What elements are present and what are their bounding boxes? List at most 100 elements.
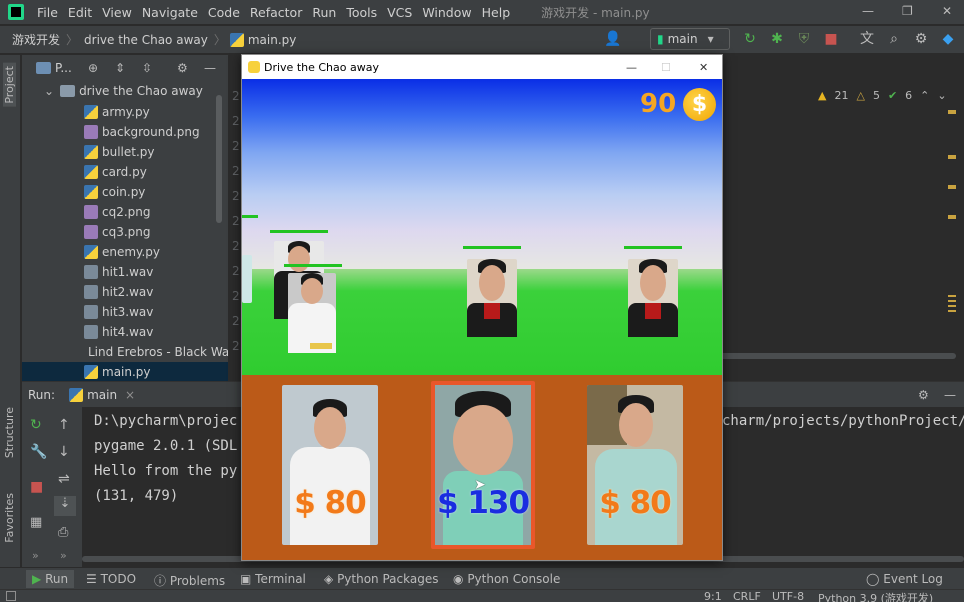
arrow-down-icon[interactable]: ↓ (58, 444, 70, 460)
unit-card[interactable]: $ 80 (587, 385, 683, 545)
tree-file[interactable]: enemy.py (84, 242, 160, 262)
chevron-up-icon[interactable]: ⌃ (920, 89, 929, 102)
tree-file[interactable]: hit4.wav (84, 322, 153, 342)
menu-file[interactable]: File (32, 5, 63, 20)
scroll-to-end-icon[interactable]: ⇣ (54, 496, 76, 516)
tree-file[interactable]: hit2.wav (84, 282, 153, 302)
tree-file[interactable]: background.png (84, 122, 200, 142)
soft-wrap-icon[interactable]: ⇌ (58, 471, 70, 487)
bottom-tab-run[interactable]: ▶ Run (26, 570, 75, 588)
bottom-tab-event-log[interactable]: ◯ Event Log (866, 572, 943, 586)
weak-warning-icon: △ (856, 89, 865, 102)
expand-all-icon[interactable]: ⇕ (115, 61, 125, 75)
gear-icon[interactable]: ⚙ (177, 61, 188, 75)
bottom-tab-label: Python Packages (337, 572, 439, 586)
minimize-icon[interactable]: — (626, 61, 637, 74)
tree-file[interactable]: hit1.wav (84, 262, 153, 282)
breadcrumb-folder[interactable]: drive the Chao away (78, 33, 214, 47)
tree-file[interactable]: card.py (84, 162, 147, 182)
tree-file[interactable]: cq3.png (84, 222, 151, 242)
menu-code[interactable]: Code (203, 5, 245, 20)
rerun-icon[interactable]: ↻ (742, 31, 758, 47)
wrench-icon[interactable]: 🔧 (30, 444, 47, 460)
project-tool-tab[interactable]: Project (3, 63, 16, 107)
menu-navigate[interactable]: Navigate (137, 5, 203, 20)
collapse-all-icon[interactable]: ⇳ (142, 61, 152, 75)
arrow-up-icon[interactable]: ↑ (58, 417, 70, 433)
menu-run[interactable]: Run (307, 5, 341, 20)
menu-vcs[interactable]: VCS (382, 5, 417, 20)
line-separator[interactable]: CRLF (733, 590, 761, 602)
bottom-tab-python-packages[interactable]: ◈ Python Packages (324, 572, 438, 586)
hide-panel-icon[interactable]: — (944, 388, 956, 402)
target-icon[interactable]: ⊕ (88, 61, 98, 75)
layout-icon[interactable]: ▦ (30, 515, 42, 530)
unit-card-selected[interactable]: $ 130 (431, 381, 535, 549)
print-icon[interactable]: ⎙ (58, 525, 68, 540)
face (288, 246, 310, 272)
error-stripe-mark[interactable] (948, 295, 956, 315)
favorites-tool-tab[interactable]: Favorites (3, 493, 16, 543)
error-stripe-mark[interactable] (948, 155, 956, 159)
menu-tools[interactable]: Tools (341, 5, 382, 20)
bottom-tab-terminal[interactable]: ▣ Terminal (240, 572, 306, 586)
caret-position[interactable]: 9:1 (704, 590, 722, 602)
console-line-fragment: charm/projects/pythonProject/ (722, 413, 964, 429)
inspection-widget[interactable]: ▲ 21 △ 5 ✔ 6 ⌃ ⌄ (818, 89, 947, 102)
unit-card[interactable]: $ 80 (282, 385, 378, 545)
run-tab-main[interactable]: main (87, 388, 117, 402)
run-config-selector[interactable]: ▮ main ▾ (650, 28, 730, 50)
tree-file[interactable]: coin.py (84, 182, 145, 202)
debug-icon[interactable]: ✱ (769, 31, 785, 47)
minimize-icon[interactable]: — (862, 4, 874, 18)
error-stripe-mark[interactable] (948, 215, 956, 219)
error-stripe-mark[interactable] (948, 185, 956, 189)
project-view-selector[interactable]: P... (55, 61, 72, 75)
game-window[interactable]: Drive the Chao away — ☐ ✕ 90 $ $ 80 $ 13… (241, 54, 723, 561)
gear-icon[interactable]: ⚙ (918, 388, 929, 402)
gear-icon[interactable]: ⚙ (913, 31, 929, 47)
restore-icon[interactable]: ❐ (902, 4, 913, 18)
jetbrains-icon[interactable]: ◆ (940, 31, 956, 47)
breadcrumb-file[interactable]: main.py (248, 33, 303, 47)
tree-file-selected[interactable]: main.py (22, 362, 228, 382)
game-canvas[interactable]: 90 $ $ 80 $ 130 $ 80 ➤ (242, 79, 722, 560)
more-icon[interactable]: » (60, 549, 67, 562)
tree-file[interactable]: hit3.wav (84, 302, 153, 322)
close-tab-icon[interactable]: × (125, 388, 135, 402)
translate-icon[interactable]: 文 (859, 31, 875, 47)
bottom-tab-todo[interactable]: ☰ TODO (86, 572, 136, 586)
bottom-tab-python-console[interactable]: ◉ Python Console (453, 572, 560, 586)
tree-file[interactable]: Lind Erebros - Black Wa (84, 342, 228, 362)
breadcrumb-project[interactable]: 游戏开发 (0, 31, 66, 48)
python-interpreter[interactable]: Python 3.9 (游戏开发) (818, 590, 933, 602)
tree-file[interactable]: cq2.png (84, 202, 151, 222)
chevron-down-icon: ▾ (707, 32, 714, 46)
stop-icon[interactable]: ■ (30, 479, 43, 495)
rerun-icon[interactable]: ↻ (30, 417, 42, 433)
game-titlebar[interactable]: Drive the Chao away — ☐ ✕ (242, 55, 722, 79)
menu-view[interactable]: View (97, 5, 137, 20)
toggle-tool-windows-icon[interactable] (6, 591, 16, 601)
menu-window[interactable]: Window (417, 5, 476, 20)
structure-tool-tab[interactable]: Structure (3, 407, 16, 458)
stop-icon[interactable]: ■ (823, 31, 839, 47)
coverage-icon[interactable]: ⛨ (796, 31, 812, 47)
close-icon[interactable]: ✕ (942, 4, 952, 18)
hide-panel-icon[interactable]: — (204, 61, 216, 75)
search-icon[interactable]: ⌕ (886, 31, 902, 47)
tree-file[interactable]: bullet.py (84, 142, 155, 162)
menu-refactor[interactable]: Refactor (245, 5, 307, 20)
chevron-down-icon[interactable]: ⌄ (937, 89, 946, 102)
user-icon[interactable]: 👤 (604, 31, 621, 47)
error-stripe-mark[interactable] (948, 110, 956, 114)
menu-edit[interactable]: Edit (63, 5, 97, 20)
bottom-tab-problems[interactable]: ⓘ Problems (154, 572, 225, 589)
close-icon[interactable]: ✕ (699, 61, 708, 74)
menu-help[interactable]: Help (477, 5, 516, 20)
project-scrollbar[interactable] (216, 95, 222, 223)
tree-file[interactable]: army.py (84, 102, 150, 122)
file-encoding[interactable]: UTF-8 (772, 590, 804, 602)
tree-folder-root[interactable]: ⌄ drive the Chao away (44, 81, 203, 101)
more-icon[interactable]: » (32, 549, 39, 562)
